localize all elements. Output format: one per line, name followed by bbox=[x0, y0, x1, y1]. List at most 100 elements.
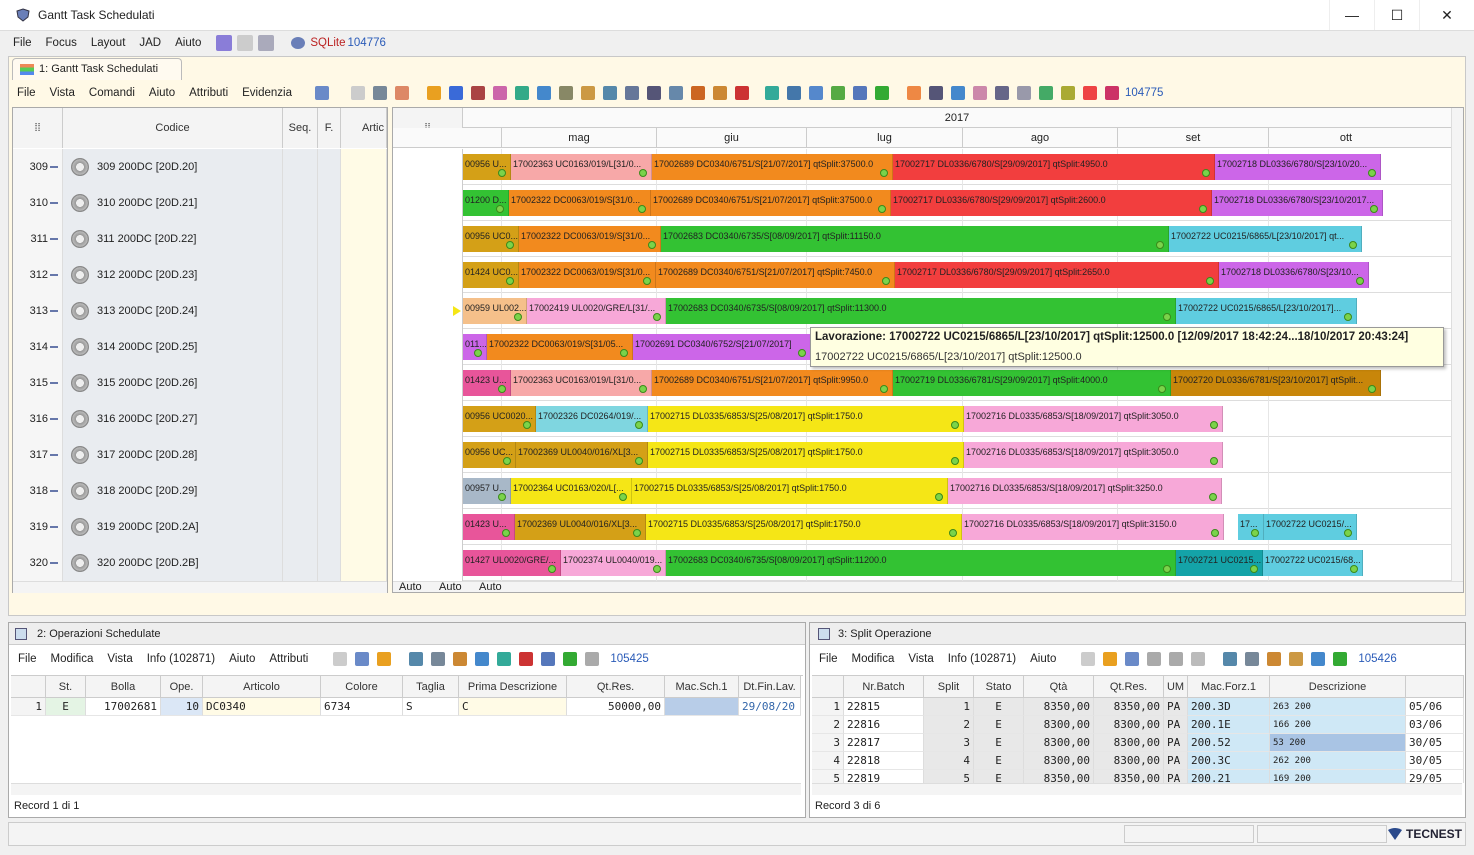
table-row[interactable]: 312 312 200DC [20D.23] bbox=[13, 257, 387, 293]
refresh-icon[interactable] bbox=[1103, 652, 1118, 666]
table-row[interactable]: 317 317 200DC [20D.28] bbox=[13, 437, 387, 473]
header-macsch1[interactable]: Mac.Sch.1 bbox=[665, 676, 739, 698]
seq-cell[interactable] bbox=[283, 329, 318, 365]
heart-icon[interactable] bbox=[585, 652, 600, 666]
task-bar[interactable]: 17002718 DL0336/6780/S[23/10/2017... bbox=[1212, 190, 1383, 216]
task-bar[interactable]: 17002718 DL0336/6780/S[23/10... bbox=[1219, 262, 1369, 288]
task-bar[interactable]: 17002419 UL0020/GRE/L[31/... bbox=[527, 298, 666, 324]
ops-cell-bolla[interactable]: 17002681 bbox=[86, 698, 161, 716]
split-cell-stato[interactable]: E bbox=[974, 716, 1024, 734]
f-cell[interactable] bbox=[318, 185, 341, 221]
split-menu-item[interactable]: Info (102871) bbox=[941, 653, 1023, 665]
footer-auto-1[interactable]: Auto bbox=[399, 581, 422, 592]
menu-file[interactable]: File bbox=[6, 37, 39, 49]
list-icon[interactable] bbox=[647, 86, 662, 100]
gantt-menu-comandi[interactable]: Comandi bbox=[82, 87, 142, 99]
task-bar[interactable]: 17002715 DL0335/6853/S[25/08/2017] qtSpl… bbox=[648, 406, 964, 432]
split-cell-batch[interactable]: 22817 bbox=[844, 734, 924, 752]
split-cell-date[interactable]: 29/05 bbox=[1406, 770, 1464, 783]
split-menu-item[interactable]: Aiuto bbox=[1023, 653, 1063, 665]
sort-icon[interactable] bbox=[1267, 652, 1282, 666]
gantt-menu-aiuto[interactable]: Aiuto bbox=[142, 87, 182, 99]
palette-icon[interactable] bbox=[395, 86, 410, 100]
print-icon[interactable] bbox=[1245, 652, 1260, 666]
task-grid-hscroll[interactable] bbox=[13, 581, 387, 593]
split-cell-qtres[interactable]: 8300,00 bbox=[1094, 716, 1164, 734]
split-cell-um[interactable]: PA bbox=[1164, 752, 1188, 770]
tag-icon[interactable] bbox=[1061, 86, 1076, 100]
menu-jad[interactable]: JAD bbox=[132, 37, 168, 49]
ops-cell-colore[interactable]: 6734 bbox=[321, 698, 403, 716]
task-bar[interactable]: 00956 UC0020... bbox=[463, 406, 536, 432]
artic-cell[interactable] bbox=[341, 185, 387, 221]
tab-ops-label[interactable]: 2: Operazioni Schedulate bbox=[37, 628, 161, 640]
seq-cell[interactable] bbox=[283, 185, 318, 221]
sort-icon[interactable] bbox=[453, 652, 468, 666]
header-qtres[interactable]: Qt.Res. bbox=[567, 676, 665, 698]
split-cell-qta[interactable]: 8350,00 bbox=[1024, 698, 1094, 716]
task-bar[interactable]: 17002689 DC0340/6751/S[21/07/2017] qtSpl… bbox=[652, 370, 893, 396]
header-primadescrizione[interactable]: Prima Descrizione bbox=[459, 676, 567, 698]
ops-cell-qtres[interactable]: 50000,00 bbox=[567, 698, 665, 716]
edit-icon[interactable] bbox=[1125, 652, 1140, 666]
header-descrizione[interactable]: Descrizione bbox=[1270, 676, 1406, 698]
task-bar[interactable]: 17002717 DL0336/6780/S[29/09/2017] qtSpl… bbox=[893, 154, 1215, 180]
split-cell-um[interactable]: PA bbox=[1164, 716, 1188, 734]
split-cell-qtres[interactable]: 8300,00 bbox=[1094, 734, 1164, 752]
arrow-icon[interactable] bbox=[1147, 652, 1162, 666]
task-bar[interactable]: 17002691 DC0340/6752/S[21/07/2017] bbox=[633, 334, 811, 360]
funnel-icon[interactable] bbox=[1017, 86, 1032, 100]
codice-cell[interactable]: 312 200DC [20D.23] bbox=[63, 257, 283, 293]
split-cell-desc[interactable]: 53 200 bbox=[1270, 734, 1406, 752]
split-hscroll[interactable] bbox=[812, 783, 1462, 795]
artic-cell[interactable] bbox=[341, 509, 387, 545]
artic-cell[interactable] bbox=[341, 329, 387, 365]
split-menu-item[interactable]: File bbox=[812, 653, 845, 665]
task-bar[interactable]: 00956 U... bbox=[463, 154, 511, 180]
gantt-menu-evidenzia[interactable]: Evidenzia bbox=[235, 87, 299, 99]
arrow-icon[interactable] bbox=[875, 86, 890, 100]
split-cell-n[interactable]: 3 bbox=[812, 734, 844, 752]
table-row[interactable]: 315 315 200DC [20D.26] bbox=[13, 365, 387, 401]
ops-hscroll[interactable] bbox=[11, 783, 801, 795]
task-bar[interactable]: 17002369 UL0040/016/XL[3... bbox=[516, 442, 648, 468]
task-bar[interactable]: 17002715 DL0335/6853/S[25/08/2017] qtSpl… bbox=[646, 514, 962, 540]
codice-cell[interactable]: 317 200DC [20D.28] bbox=[63, 437, 283, 473]
target-icon[interactable] bbox=[735, 86, 750, 100]
header-articolo[interactable]: Articolo bbox=[203, 676, 321, 698]
split-cell-split[interactable]: 1 bbox=[924, 698, 974, 716]
split-cell-date[interactable]: 30/05 bbox=[1406, 734, 1464, 752]
split-cell-qta[interactable]: 8300,00 bbox=[1024, 734, 1094, 752]
task-bar[interactable]: 17002717 DL0336/6780/S[29/09/2017] qtSpl… bbox=[895, 262, 1219, 288]
artic-cell[interactable] bbox=[341, 437, 387, 473]
header-dtfinlav[interactable]: Dt.Fin.Lav. bbox=[739, 676, 801, 698]
split-cell-qta[interactable]: 8300,00 bbox=[1024, 716, 1094, 734]
ops-cell-articolo[interactable]: DC0340 bbox=[203, 698, 321, 716]
split-menu-item[interactable]: Modifica bbox=[845, 653, 902, 665]
artic-cell[interactable] bbox=[341, 401, 387, 437]
table-row[interactable]: 320 320 200DC [20D.2B] bbox=[13, 545, 387, 581]
palette-icon[interactable] bbox=[1289, 652, 1304, 666]
task-bar[interactable]: 00956 UC0... bbox=[463, 226, 519, 252]
bookmark-icon[interactable] bbox=[216, 35, 233, 51]
split-cell-um[interactable]: PA bbox=[1164, 770, 1188, 783]
table-row[interactable]: 318 318 200DC [20D.29] bbox=[13, 473, 387, 509]
task-bar[interactable]: 01424 UC0... bbox=[463, 262, 519, 288]
split-cell-date[interactable]: 03/06 bbox=[1406, 716, 1464, 734]
table-icon[interactable] bbox=[995, 86, 1010, 100]
close-button[interactable]: ✕ bbox=[1419, 0, 1474, 30]
export-icon[interactable] bbox=[713, 86, 728, 100]
task-bar[interactable]: 17002322 DC0063/019/S[31/0... bbox=[519, 262, 656, 288]
header-artic[interactable]: Artic bbox=[341, 108, 387, 148]
move-icon[interactable] bbox=[809, 86, 824, 100]
task-bar[interactable]: 17002363 UC0163/019/L[31/0... bbox=[511, 370, 652, 396]
ops-cell-ope[interactable]: 10 bbox=[161, 698, 203, 716]
split-cell-date[interactable]: 30/05 bbox=[1406, 752, 1464, 770]
gantt-menu-attributi[interactable]: Attributi bbox=[182, 87, 235, 99]
ops-menu-item[interactable]: Aiuto bbox=[222, 653, 262, 665]
codice-cell[interactable]: 310 200DC [20D.21] bbox=[63, 185, 283, 221]
f-cell[interactable] bbox=[318, 329, 341, 365]
artic-cell[interactable] bbox=[341, 221, 387, 257]
wrench-icon[interactable] bbox=[559, 86, 574, 100]
split-cell-batch[interactable]: 22815 bbox=[844, 698, 924, 716]
